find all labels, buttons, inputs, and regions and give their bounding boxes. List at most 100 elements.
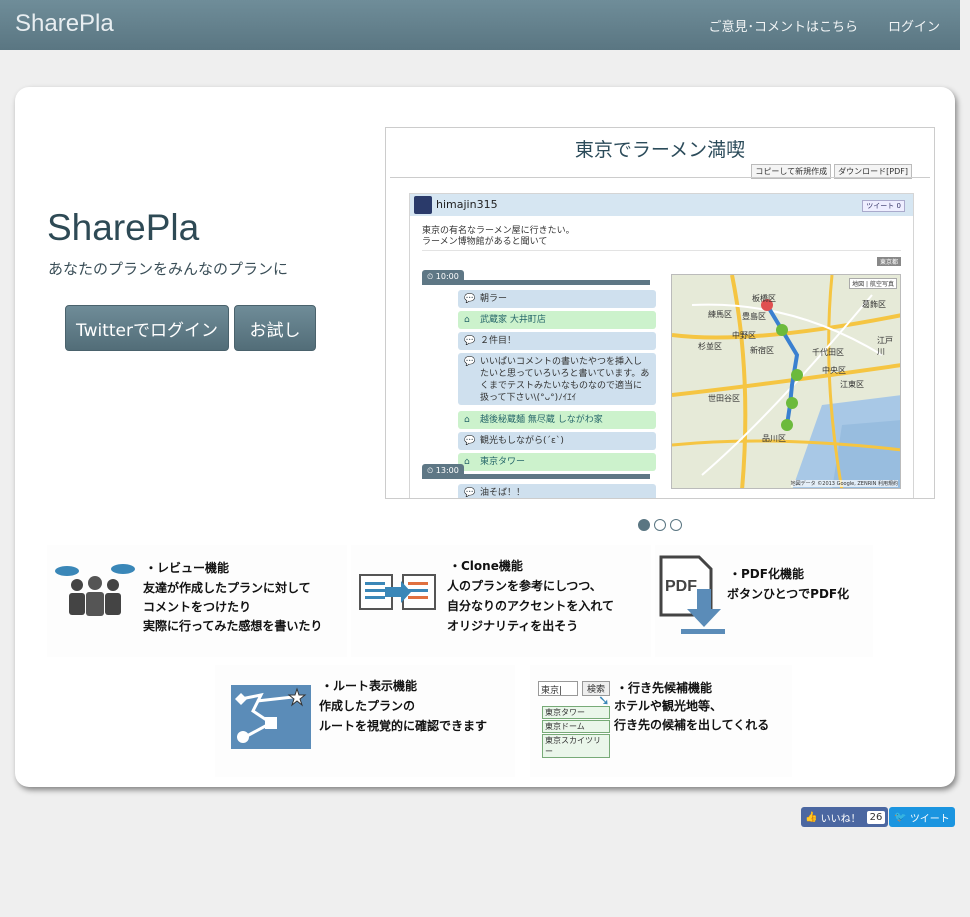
like-label: いいね！ <box>820 813 861 825</box>
feature-text: コメントをつけたり <box>143 600 252 614</box>
feature-text: 人のプランを参考にしつつ、 <box>447 579 602 593</box>
map-label: 中央区 <box>822 366 846 375</box>
entry-text: 油そば！！ <box>480 488 526 498</box>
try-button[interactable]: お試し <box>234 305 316 351</box>
feature-text: ボタンひとつでPDF化 <box>727 587 850 601</box>
feature-text: 作成したプランの <box>319 699 416 713</box>
tweet-mini-label: ツイート <box>866 202 895 210</box>
map-label: 板橋区 <box>752 294 776 303</box>
feature-text: 自分なりのアクセントを入れて <box>447 599 615 613</box>
feature-text: 行き先の候補を出してくれる <box>614 718 770 732</box>
navbar: SharePla ご意見･コメントはこちら ログイン <box>0 0 960 50</box>
tweet-mini-count: 0 <box>896 202 901 210</box>
feature-text: オリジナリティを出そう <box>447 619 579 633</box>
plan-description: 東京の有名なラーメン屋に行きたい。 ラーメン博物館があると聞いて <box>422 226 575 248</box>
suggest-option[interactable]: 東京スカイツリー <box>542 734 610 758</box>
entry-text: 東京タワー <box>480 457 526 467</box>
feature-text: 友達が作成したプランに対して <box>143 581 311 595</box>
map-button[interactable]: 航空写真 <box>870 281 894 288</box>
feature-title: ・レビュー機能 <box>145 561 230 575</box>
home-icon: ⌂ <box>464 457 470 467</box>
home-icon: ⌂ <box>464 315 470 325</box>
carousel: 東京でラーメン満喫 コピーして新規作成 ダウンロード[PDF] himajin3… <box>385 127 935 499</box>
login-link[interactable]: ログイン <box>888 16 940 35</box>
timeline-bar <box>422 474 650 479</box>
feature-text: ホテルや観光地等、 <box>614 699 723 713</box>
clone-icon <box>359 574 436 610</box>
like-count: 26 <box>866 810 886 824</box>
twitter-login-button[interactable]: Twitterでログイン <box>65 305 229 351</box>
carousel-dot[interactable] <box>670 519 682 531</box>
tweet-button[interactable]: 🐦 ツイート <box>889 807 955 827</box>
feature-text: 実際に行ってみた感想を書いたり <box>143 619 323 633</box>
comment-icon: 💬 <box>464 436 476 446</box>
carousel-prev-icon[interactable]: ‹ <box>426 348 436 378</box>
map-label: 豊島区 <box>742 312 766 321</box>
entry-text: 朝ラー <box>480 294 508 304</box>
suggest-option[interactable]: 東京ドーム <box>542 720 610 733</box>
plan-panel: himajin315 ツイート 0 東京の有名なラーメン屋に行きたい。 ラーメン… <box>409 193 914 498</box>
area-tag: 東京都 <box>876 257 901 266</box>
feature-pdf: PDF ・PDF化機能 ボタンひとつでPDF化 <box>655 545 873 657</box>
like-button[interactable]: 👍 いいね！ 26 <box>801 807 888 827</box>
comment-icon: 💬 <box>464 488 476 498</box>
comment-icon: 💬 <box>464 294 476 304</box>
thumbs-up-icon: 👍 <box>805 811 818 823</box>
hero-subtitle: あなたのプランをみんなのプランに <box>48 260 289 278</box>
feature-title: ・Clone機能 <box>449 559 523 573</box>
entry-text: いいぱいコメントの書いたやつを挿入したいと思っていろいろと書いています。あくまで… <box>480 357 650 403</box>
route-icon <box>231 685 311 749</box>
map-type-buttons[interactable]: 地図 | 航空写真 <box>849 278 897 289</box>
map-label: 新宿区 <box>750 346 774 355</box>
comment-entry: 💬 観光もしながら(ˊεˋ) <box>458 432 656 450</box>
place-entry[interactable]: ⌂ 武蔵家 大井町店 <box>458 311 656 329</box>
entry-text: 武蔵家 大井町店 <box>480 315 546 325</box>
comment-icon: 💬 <box>464 336 476 346</box>
map-label: 杉並区 <box>698 342 722 351</box>
comment-entry: 💬 いいぱいコメントの書いたやつを挿入したいと思っていろいろと書いています。あくま… <box>458 353 656 405</box>
place-entry[interactable]: ⌂ 東京タワー <box>458 453 656 471</box>
carousel-next-icon[interactable]: › <box>904 348 914 378</box>
avatar <box>414 196 432 214</box>
suggest-option[interactable]: 東京タワー <box>542 706 610 719</box>
main-card: SharePla あなたのプランをみんなのプランに Twitterでログイン お… <box>15 87 955 787</box>
feature-title: ・ルート表示機能 <box>321 679 418 693</box>
feature-clone: ・Clone機能 人のプランを参考にしつつ、 自分なりのアクセントを入れて オリ… <box>351 545 651 657</box>
divider <box>422 250 901 251</box>
feature-review: ・レビュー機能 友達が作成したプランに対して コメントをつけたり 実際に行ってみ… <box>47 545 347 657</box>
hero-title: SharePla <box>47 207 200 248</box>
feature-text: ルートを視覚的に確認できます <box>319 719 488 733</box>
slide-title: 東京でラーメン満喫 <box>574 139 746 161</box>
pdf-download-icon: PDF <box>659 555 725 634</box>
entry-text: ２件目！ <box>480 336 517 346</box>
plan-user: himajin315 <box>436 198 498 211</box>
entry-text: 観光もしながら(ˊεˋ) <box>480 436 564 446</box>
suggest-input[interactable]: 東京| <box>538 681 578 696</box>
brand-logo[interactable]: SharePla <box>15 10 114 38</box>
nav-links: ご意見･コメントはこちら ログイン <box>708 16 940 35</box>
divider <box>390 177 930 178</box>
feature-title: ・PDF化機能 <box>729 567 804 581</box>
comment-entry: 💬 ２件目！ <box>458 332 656 350</box>
tweet-mini-button[interactable]: ツイート 0 <box>862 200 905 212</box>
home-icon: ⌂ <box>464 415 470 425</box>
map-label: 江戸川 <box>877 336 893 356</box>
entry-text: 越後秘蔵麺 無尽蔵 しながわ家 <box>480 415 603 425</box>
feature-suggest: 東京| 検索 ➘ 東京タワー 東京ドーム 東京スカイツリー ・行き先候補機能 ホ… <box>530 665 792 777</box>
plan-header: himajin315 ツイート 0 <box>410 194 913 216</box>
map-label: 練馬区 <box>708 310 732 319</box>
map-label: 千代田区 <box>812 348 844 357</box>
map-label: 江東区 <box>840 380 864 389</box>
twitter-bird-icon: 🐦 <box>894 811 907 823</box>
carousel-dot[interactable] <box>638 519 650 531</box>
map-label: 中野区 <box>732 331 756 340</box>
place-entry[interactable]: ⌂ 越後秘蔵麺 無尽蔵 しながわ家 <box>458 411 656 429</box>
map-label: 葛飾区 <box>862 300 886 309</box>
map-label: 世田谷区 <box>708 394 740 403</box>
map-button[interactable]: 地図 <box>852 281 864 288</box>
map-footer: 地図データ ©2013 Google, ZENRIN 利用規約 <box>790 480 898 487</box>
feature-title: ・行き先候補機能 <box>616 681 713 695</box>
carousel-dot[interactable] <box>654 519 666 531</box>
route-map[interactable]: 板橋区 豊島区 練馬区 葛飾区 杉並区 新宿区 江戸川 中野区 世田谷区 中央区… <box>671 274 901 489</box>
feedback-link[interactable]: ご意見･コメントはこちら <box>708 16 858 35</box>
